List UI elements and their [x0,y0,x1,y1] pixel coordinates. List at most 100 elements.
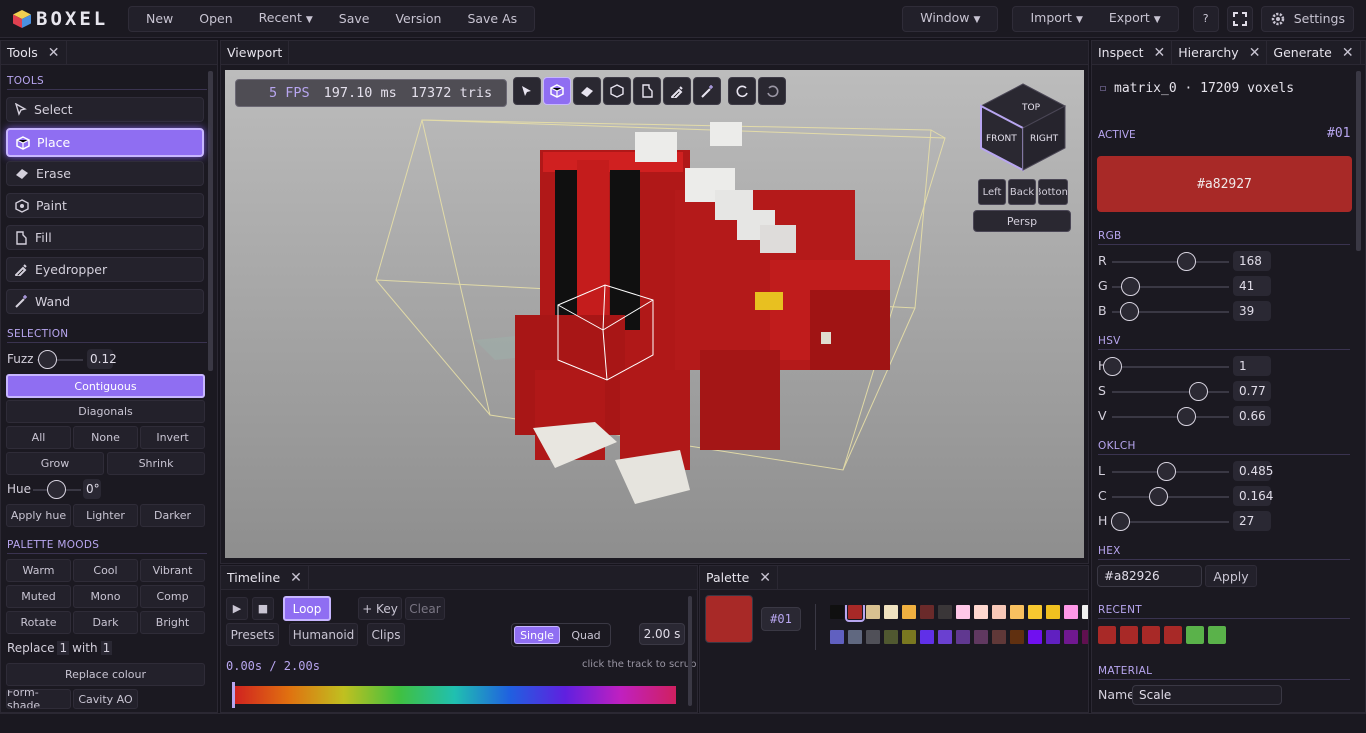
hsv-s-value[interactable]: 0.77 [1233,381,1271,401]
rgb-r-track[interactable] [1112,261,1229,263]
replace-from-input[interactable]: 1 [57,641,70,655]
help-button[interactable]: ? [1192,5,1219,32]
clear-keys-button[interactable]: Clear [405,597,445,620]
import-dropdown[interactable]: Import ▼ [1017,6,1095,32]
viewport-place-tool[interactable] [543,77,571,105]
hsv-v-track[interactable] [1112,416,1229,418]
fuzz-slider-knob[interactable] [38,350,57,369]
redo-button[interactable] [758,77,786,105]
tools-scrollbar[interactable] [208,71,213,371]
palette-swatch[interactable] [920,605,934,619]
select-none-button[interactable]: None [73,426,138,449]
close-icon[interactable]: ✕ [1249,45,1261,61]
palette-swatch[interactable] [884,630,898,644]
palette-swatch[interactable] [1064,630,1078,644]
rgb-g-knob[interactable] [1120,277,1140,296]
play-button[interactable]: ▶ [226,597,248,620]
tool-wand[interactable]: Wand [6,289,204,314]
palette-swatch[interactable] [974,630,988,644]
active-color-swatch[interactable] [705,595,753,643]
recent-color-swatch[interactable] [1164,626,1182,644]
diagonals-toggle[interactable]: Diagonals [6,400,205,423]
fuzz-value[interactable]: 0.12 [87,349,117,369]
tool-select[interactable]: Select [6,97,204,122]
settings-button[interactable]: Settings [1260,5,1354,32]
palette-swatch[interactable] [902,630,916,644]
mood-rotate-button[interactable]: Rotate [6,611,71,634]
palette-swatch[interactable] [884,605,898,619]
undo-button[interactable] [728,77,756,105]
oklch-l-knob[interactable] [1157,462,1177,481]
oklch-l-value[interactable]: 0.485 [1233,461,1273,481]
mood-warm-button[interactable]: Warm [6,559,71,582]
close-icon[interactable]: ✕ [759,570,771,586]
hsv-h-value[interactable]: 1 [1233,356,1271,376]
palette-swatch[interactable] [902,605,916,619]
recent-color-swatch[interactable] [1186,626,1204,644]
hsv-h-track[interactable] [1112,366,1229,368]
palette-swatch[interactable] [1028,630,1042,644]
open-button[interactable]: Open [186,7,245,31]
tool-eyedropper[interactable]: Eyedropper [6,257,204,282]
loop-toggle[interactable]: Loop [283,596,331,621]
palette-swatch[interactable] [848,630,862,644]
palette-swatch[interactable] [1046,605,1060,619]
view-back-button[interactable]: Back [1008,179,1036,205]
add-key-button[interactable]: + Key [358,597,402,620]
lighter-button[interactable]: Lighter [73,504,138,527]
tool-paint[interactable]: Paint [6,193,204,218]
tab-inspect[interactable]: Inspect ✕ [1092,41,1173,65]
viewport-fill-tool[interactable] [633,77,661,105]
palette-swatch[interactable] [830,605,844,619]
cube-right-label[interactable]: RIGHT [1030,134,1059,144]
oklch-h-knob[interactable] [1110,512,1130,531]
oklch-c-value[interactable]: 0.164 [1233,486,1273,506]
mood-bright-button[interactable]: Bright [140,611,205,634]
save-as-button[interactable]: Save As [454,7,530,31]
oklch-h-value[interactable]: 27 [1233,511,1271,531]
palette-swatch[interactable] [956,630,970,644]
humanoid-button[interactable]: Humanoid [289,623,358,646]
mood-mono-button[interactable]: Mono [73,585,138,608]
close-icon[interactable]: ✕ [290,570,302,586]
palette-swatch[interactable] [938,605,952,619]
rgb-b-value[interactable]: 39 [1233,301,1271,321]
close-icon[interactable]: ✕ [48,45,60,61]
replace-colour-button[interactable]: Replace colour [6,663,205,686]
mood-dark-button[interactable]: Dark [73,611,138,634]
hsv-s-knob[interactable] [1189,382,1209,401]
palette-swatch[interactable] [1082,630,1088,644]
quad-view-toggle[interactable]: Quad [564,626,608,644]
new-button[interactable]: New [133,7,186,31]
cube-front-label[interactable]: FRONT [986,134,1017,144]
tab-generate[interactable]: Generate ✕ [1267,41,1361,65]
export-dropdown[interactable]: Export ▼ [1096,6,1174,32]
darker-button[interactable]: Darker [140,504,205,527]
form-shade-button[interactable]: Form-shade [6,689,71,709]
rgb-g-value[interactable]: 41 [1233,276,1271,296]
contiguous-toggle[interactable]: Contiguous [6,374,205,398]
palette-swatch[interactable] [866,605,880,619]
window-dropdown[interactable]: Window ▼ [907,6,993,32]
tool-fill[interactable]: Fill [6,225,204,250]
close-icon[interactable]: ✕ [1342,45,1354,61]
hex-input[interactable]: #a82926 [1097,565,1202,587]
stop-button[interactable]: ■ [252,597,274,620]
apply-hue-button[interactable]: Apply hue [6,504,71,527]
timeline-scrollbar[interactable] [688,596,692,706]
single-view-toggle[interactable]: Single [514,626,560,644]
navigation-cube[interactable]: TOP FRONT RIGHT [978,82,1068,174]
tab-w[interactable]: W [1361,41,1365,65]
palette-swatch[interactable] [1082,605,1088,619]
material-name-input[interactable]: Scale [1132,685,1282,705]
replace-to-input[interactable]: 1 [100,641,113,655]
palette-swatch[interactable] [845,605,865,622]
shrink-button[interactable]: Shrink [107,452,205,475]
palette-swatch[interactable] [956,605,970,619]
hsv-h-knob[interactable] [1103,357,1122,376]
view-left-button[interactable]: Left [978,179,1006,205]
tab-hierarchy[interactable]: Hierarchy ✕ [1172,41,1268,65]
palette-swatch[interactable] [830,630,844,644]
palette-swatch[interactable] [938,630,952,644]
fullscreen-button[interactable] [1226,5,1253,32]
